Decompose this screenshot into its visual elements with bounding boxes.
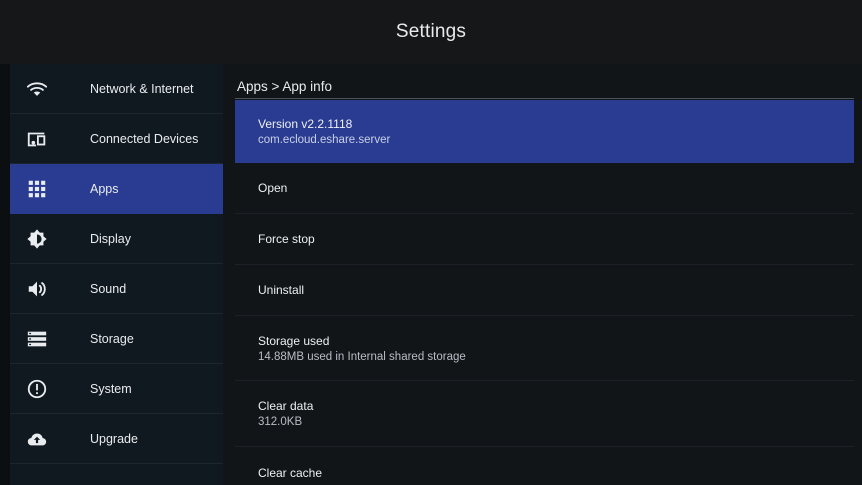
sidebar-item-system[interactable]: System xyxy=(10,364,223,414)
breadcrumb: Apps > App info xyxy=(237,79,332,94)
storage-icon xyxy=(26,328,48,350)
sidebar-item-connected-devices[interactable]: Connected Devices xyxy=(10,114,223,164)
sidebar: Network & Internet Connected Devices App… xyxy=(10,64,223,485)
breadcrumb-divider xyxy=(235,98,854,99)
storage-used-row[interactable]: Storage used 14.88MB used in Internal sh… xyxy=(235,316,854,381)
open-button[interactable]: Open xyxy=(235,163,854,214)
app-info-panel: Apps > App info Version v2.2.1118 com.ec… xyxy=(223,64,862,485)
sidebar-item-storage[interactable]: Storage xyxy=(10,314,223,364)
uninstall-label: Uninstall xyxy=(258,283,305,297)
page-title: Settings xyxy=(395,21,467,42)
sidebar-item-label: Network & Internet xyxy=(90,81,194,96)
sidebar-item-display[interactable]: Display xyxy=(10,214,223,264)
info-alert-icon xyxy=(26,378,48,400)
sidebar-item-label: Display xyxy=(90,231,131,246)
sidebar-item-label: Upgrade xyxy=(90,431,138,446)
sidebar-item-label: Apps xyxy=(90,181,119,196)
connected-devices-icon xyxy=(26,128,48,150)
force-stop-button[interactable]: Force stop xyxy=(235,214,854,265)
cloud-upload-icon xyxy=(26,428,48,450)
sidebar-item-label: System xyxy=(90,381,132,396)
version-title: Version v2.2.1118 xyxy=(258,116,353,131)
version-row[interactable]: Version v2.2.1118 com.ecloud.eshare.serv… xyxy=(235,100,854,163)
clear-cache-button[interactable]: Clear cache xyxy=(235,447,854,485)
open-label: Open xyxy=(258,181,288,195)
sidebar-item-upgrade[interactable]: Upgrade xyxy=(10,414,223,464)
clear-data-button[interactable]: Clear data 312.0KB xyxy=(235,381,854,447)
sidebar-item-apps[interactable]: Apps xyxy=(10,164,223,214)
sidebar-item-label: Connected Devices xyxy=(90,131,199,146)
sidebar-item-label: Sound xyxy=(90,281,127,296)
speaker-icon xyxy=(26,278,48,300)
sidebar-item-label: Storage xyxy=(90,331,134,346)
uninstall-button[interactable]: Uninstall xyxy=(235,265,854,316)
brightness-icon xyxy=(26,228,48,250)
wifi-icon xyxy=(26,78,48,100)
clear-data-title: Clear data xyxy=(258,399,314,413)
settings-screen: Settings Network & Internet Connected De… xyxy=(0,0,862,485)
force-stop-label: Force stop xyxy=(258,232,315,246)
apps-grid-icon xyxy=(26,178,48,200)
header-bar: Settings xyxy=(0,0,862,64)
storage-used-title: Storage used xyxy=(258,333,330,348)
storage-used-value: 14.88MB used in Internal shared storage xyxy=(258,350,466,363)
package-name: com.ecloud.eshare.server xyxy=(258,133,391,146)
sidebar-item-sound[interactable]: Sound xyxy=(10,264,223,314)
clear-data-size: 312.0KB xyxy=(258,416,303,428)
sidebar-item-network-internet[interactable]: Network & Internet xyxy=(10,64,223,114)
clear-cache-label: Clear cache xyxy=(258,466,323,480)
